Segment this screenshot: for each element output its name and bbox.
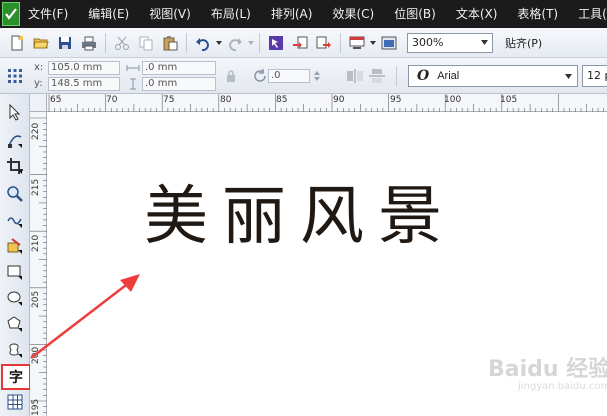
y-label: y: xyxy=(34,78,43,89)
toolbox: 字 xyxy=(0,94,31,416)
font-family-select[interactable]: O Arial xyxy=(408,65,578,87)
application-launcher-icon[interactable] xyxy=(346,32,368,54)
ruler-v-label: 210 xyxy=(31,234,41,252)
ruler-h-label: 105 xyxy=(500,95,518,105)
watermark-text: Baidu 经验 xyxy=(488,357,607,382)
ruler-v-label: 205 xyxy=(31,290,41,308)
menu-arrange[interactable]: 排列(A) xyxy=(261,0,323,28)
width-field[interactable]: .0 mm xyxy=(142,61,216,75)
chevron-down-icon xyxy=(565,73,572,79)
menu-text[interactable]: 文本(X) xyxy=(446,0,508,28)
app-icon[interactable] xyxy=(2,2,20,26)
separator xyxy=(340,32,341,53)
pick-tool-icon[interactable] xyxy=(3,100,27,124)
menu-edit[interactable]: 编辑(E) xyxy=(78,0,139,28)
open-folder-icon[interactable] xyxy=(30,32,52,54)
polygon-tool-icon[interactable] xyxy=(3,312,27,336)
ruler-v-label: 220 xyxy=(31,122,41,140)
text-tool-button[interactable]: 字 xyxy=(1,364,31,390)
rotation-spin-icon[interactable] xyxy=(312,69,322,83)
launcher-dropdown-icon[interactable] xyxy=(369,32,377,54)
snap-to-menu[interactable]: 贴齐(P) xyxy=(505,35,542,51)
ruler-h-label: 95 xyxy=(390,95,402,105)
ruler-ticks xyxy=(30,117,47,413)
undo-dropdown-icon[interactable] xyxy=(215,32,223,54)
separator xyxy=(105,32,106,53)
ruler-v-label: 200 xyxy=(31,346,41,364)
opentype-font-icon: O xyxy=(417,68,430,84)
basic-shapes-tool-icon[interactable] xyxy=(3,338,27,362)
menu-view[interactable]: 视图(V) xyxy=(139,0,201,28)
cut-icon[interactable] xyxy=(111,32,133,54)
mirror-vertical-icon[interactable] xyxy=(368,68,386,84)
menu-table[interactable]: 表格(T) xyxy=(507,0,568,28)
menu-effects[interactable]: 效果(C) xyxy=(322,0,384,28)
object-origin-icon[interactable] xyxy=(6,67,24,85)
export-icon[interactable] xyxy=(313,32,335,54)
save-icon[interactable] xyxy=(54,32,76,54)
menu-bar: 文件(F) 编辑(E) 视图(V) 布局(L) 排列(A) 效果(C) 位图(B… xyxy=(0,0,607,28)
smart-fill-tool-icon[interactable] xyxy=(3,234,27,258)
horizontal-ruler[interactable]: 65 70 75 80 85 90 95 100 105 xyxy=(47,94,607,112)
rotation-angle-field[interactable]: .0 xyxy=(268,69,310,83)
x-position-field[interactable]: 105.0 mm xyxy=(48,61,120,75)
text-tool-label: 字 xyxy=(9,370,23,386)
separator xyxy=(186,32,187,53)
ruler-h-label: 65 xyxy=(50,95,62,105)
menu-bitmaps[interactable]: 位图(B) xyxy=(384,0,446,28)
ruler-origin[interactable] xyxy=(30,94,47,112)
menu-tools[interactable]: 工具(O) xyxy=(568,0,607,28)
font-family-value: Arial xyxy=(437,70,460,82)
crop-tool-icon[interactable] xyxy=(3,154,27,178)
separator xyxy=(259,32,260,53)
paste-icon[interactable] xyxy=(159,32,181,54)
shape-tool-icon[interactable] xyxy=(3,128,27,152)
separator xyxy=(396,66,397,86)
ruler-h-label: 75 xyxy=(163,95,175,105)
search-content-icon[interactable] xyxy=(265,32,287,54)
lock-ratio-icon[interactable] xyxy=(226,69,236,83)
standard-toolbar: 300% 贴齐(P) xyxy=(0,28,607,58)
mirror-horizontal-icon[interactable] xyxy=(346,68,364,84)
print-icon[interactable] xyxy=(78,32,100,54)
freehand-tool-icon[interactable] xyxy=(3,208,27,232)
ruler-ticks xyxy=(48,94,604,112)
font-size-select[interactable]: 12 pt xyxy=(582,65,607,87)
ruler-h-label: 90 xyxy=(333,95,345,105)
height-icon xyxy=(126,78,140,90)
zoom-level-value: 300% xyxy=(412,36,444,49)
vertical-ruler[interactable]: 220 215 210 205 200 195 xyxy=(30,112,47,416)
undo-icon[interactable] xyxy=(192,32,214,54)
ruler-h-label: 85 xyxy=(276,95,288,105)
zoom-level-select[interactable]: 300% xyxy=(407,32,493,53)
copy-icon[interactable] xyxy=(135,32,157,54)
property-bar: x: 105.0 mm y: 148.5 mm .0 mm .0 mm .0 O… xyxy=(0,58,607,94)
ruler-v-label: 195 xyxy=(31,398,41,416)
welcome-screen-icon[interactable] xyxy=(378,32,400,54)
ruler-v-label: 215 xyxy=(31,178,41,196)
height-field[interactable]: .0 mm xyxy=(142,77,216,91)
redo-dropdown-icon[interactable] xyxy=(247,32,255,54)
drawing-canvas[interactable]: 美丽风景 Baidu 经验 jingyan.baidu.com xyxy=(48,113,607,416)
new-document-icon[interactable] xyxy=(6,32,28,54)
redo-icon[interactable] xyxy=(224,32,246,54)
rectangle-tool-icon[interactable] xyxy=(3,260,27,284)
chevron-down-icon xyxy=(481,40,488,45)
rotation-icon xyxy=(252,68,268,84)
ruler-h-label: 100 xyxy=(444,95,462,105)
width-icon xyxy=(126,62,140,74)
table-tool-icon[interactable] xyxy=(3,390,27,414)
y-position-field[interactable]: 148.5 mm xyxy=(48,77,120,91)
x-label: x: xyxy=(34,62,44,73)
ellipse-tool-icon[interactable] xyxy=(3,286,27,310)
import-icon[interactable] xyxy=(289,32,311,54)
watermark-subtext: jingyan.baidu.com xyxy=(518,381,607,392)
menu-layout[interactable]: 布局(L) xyxy=(201,0,261,28)
ruler-h-label: 70 xyxy=(106,95,118,105)
menu-file[interactable]: 文件(F) xyxy=(20,0,78,28)
zoom-tool-icon[interactable] xyxy=(3,182,27,206)
artistic-text-object[interactable]: 美丽风景 xyxy=(144,185,456,249)
ruler-h-label: 80 xyxy=(220,95,232,105)
